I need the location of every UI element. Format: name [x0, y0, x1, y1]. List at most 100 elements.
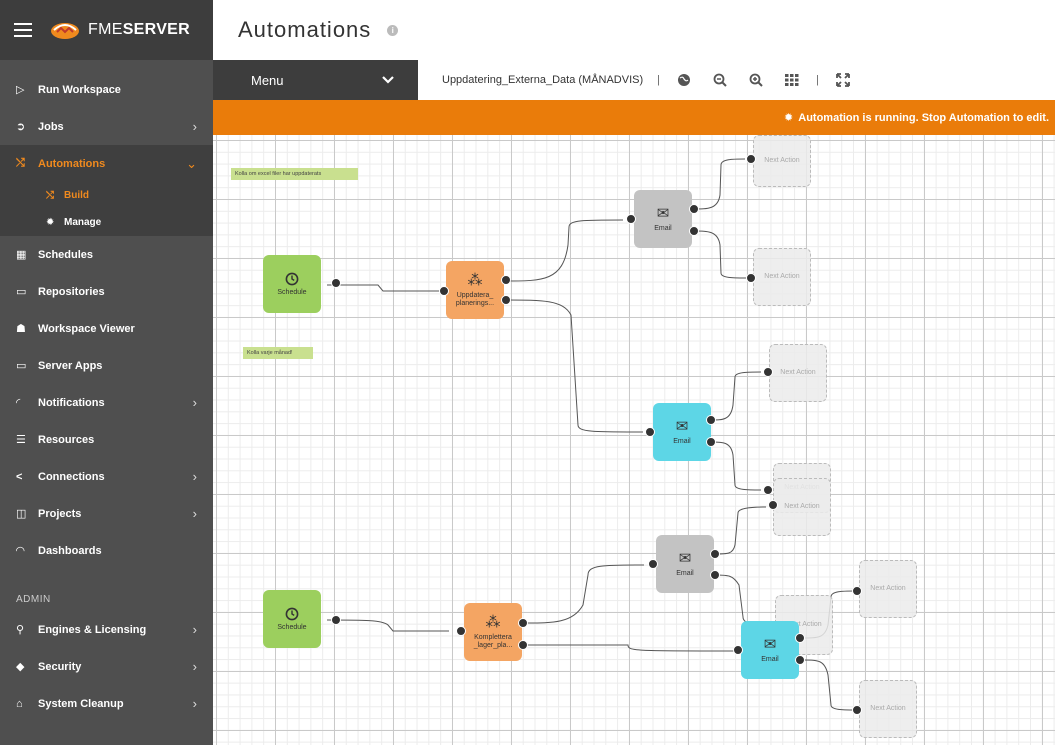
email-node[interactable]: ✉ Email — [656, 535, 714, 593]
chevron-down-icon — [382, 76, 394, 84]
grid-icon[interactable] — [784, 72, 800, 88]
email-node[interactable]: ✉ Email — [653, 403, 711, 461]
input-port[interactable] — [645, 427, 655, 437]
node-label: _lager_pla... — [473, 641, 513, 649]
toolbar-separator: | — [657, 74, 661, 86]
sidebar-item-resources[interactable]: ☰ Resources — [0, 421, 213, 458]
submenu-item-label: Manage — [64, 217, 102, 228]
database-icon: ☰ — [16, 434, 26, 446]
input-port[interactable] — [768, 500, 778, 510]
next-action-placeholder[interactable]: Next Action — [753, 135, 811, 187]
next-action-placeholder[interactable]: Next Action — [769, 344, 827, 402]
failure-port[interactable] — [501, 295, 511, 305]
input-port[interactable] — [456, 626, 466, 636]
note-monthly-check[interactable]: Kolla varje månad! — [243, 347, 313, 359]
sidebar: FMESERVER ▷ Run Workspace ➲ Jobs › ⤭ Automatio… — [0, 0, 213, 745]
success-port[interactable] — [689, 204, 699, 214]
input-port[interactable] — [852, 705, 862, 715]
fit-screen-icon[interactable] — [835, 72, 851, 88]
input-port[interactable] — [852, 586, 862, 596]
sidebar-item-notifications[interactable]: ◜ Notifications › — [0, 384, 213, 421]
failure-port[interactable] — [795, 655, 805, 665]
automation-name: Uppdatering_Externa_Data (MÅNADVIS) — [442, 74, 644, 86]
success-port[interactable] — [795, 633, 805, 643]
input-port[interactable] — [733, 645, 743, 655]
next-action-placeholder[interactable]: Next Action — [753, 248, 811, 306]
sidebar-item-workspace-viewer[interactable]: ☗ Workspace Viewer — [0, 310, 213, 347]
next-action-placeholder[interactable]: Next Action — [859, 680, 917, 738]
chevron-right-icon: › — [192, 506, 197, 521]
sidebar-item-label: Workspace Viewer — [38, 322, 135, 335]
input-port[interactable] — [746, 273, 756, 283]
sidebar-item-repositories[interactable]: ▭ Repositories — [0, 273, 213, 310]
schedule-node[interactable]: Schedule — [263, 590, 321, 648]
note-excel-check[interactable]: Kolla om excel filer har uppdaterats — [231, 168, 358, 180]
globe-icon[interactable] — [676, 72, 692, 88]
node-label: Next Action — [870, 585, 906, 592]
admin-nav: ⚲ Engines & Licensing › ◆ Security › ⌂ System C… — [0, 611, 213, 722]
sidebar-item-label: Repositories — [38, 285, 105, 298]
next-action-placeholder[interactable]: Next Action — [773, 478, 831, 536]
output-port[interactable] — [331, 615, 341, 625]
sidebar-item-jobs[interactable]: ➲ Jobs › — [0, 108, 213, 145]
sidebar-item-dashboards[interactable]: ◠ Dashboards — [0, 532, 213, 569]
share-icon: < — [16, 470, 23, 483]
sidebar-item-connections[interactable]: < Connections › — [0, 458, 213, 495]
chevron-right-icon: › — [192, 659, 197, 674]
menu-label: Menu — [251, 72, 284, 88]
zoom-out-icon[interactable] — [712, 72, 728, 88]
info-icon[interactable]: i — [387, 24, 399, 36]
page-header: Automations i — [213, 0, 1055, 60]
automations-submenu: ⤭ Build ✹ Manage — [0, 182, 213, 236]
sidebar-item-projects[interactable]: ◫ Projects › — [0, 495, 213, 532]
sidebar-item-system-cleanup[interactable]: ⌂ System Cleanup › — [0, 685, 213, 722]
sidebar-item-label: Security — [38, 660, 82, 673]
zoom-in-icon[interactable] — [748, 72, 764, 88]
menu-dropdown[interactable]: Menu — [213, 60, 418, 100]
workspace-node[interactable]: ⁂ Uppdatera_ planerings... — [446, 261, 504, 319]
input-port[interactable] — [763, 485, 773, 495]
shield-icon: ◆ — [16, 661, 25, 673]
admin-section-label: ADMIN — [16, 594, 51, 605]
failure-port[interactable] — [518, 640, 528, 650]
chevron-right-icon: › — [192, 469, 197, 484]
input-port[interactable] — [648, 559, 658, 569]
automation-canvas[interactable]: Kolla om excel filer har uppdaterats Kol… — [213, 135, 1055, 745]
input-port[interactable] — [626, 214, 636, 224]
brand-name: FMESERVER — [88, 21, 190, 38]
submenu-item-build[interactable]: ⤭ Build — [0, 182, 213, 209]
output-port[interactable] — [331, 278, 341, 288]
sidebar-item-security[interactable]: ◆ Security › — [0, 648, 213, 685]
hamburger-menu-icon[interactable] — [14, 23, 32, 37]
node-label: Komplettera — [474, 633, 512, 641]
fme-workspace-icon: ⁂ — [485, 613, 501, 631]
submenu-item-manage[interactable]: ✹ Manage — [0, 209, 213, 236]
sidebar-item-run-workspace[interactable]: ▷ Run Workspace — [0, 71, 213, 108]
sidebar-item-label: Resources — [38, 433, 95, 446]
sidebar-item-automations[interactable]: ⤭ Automations ⌄ — [0, 145, 213, 182]
input-port[interactable] — [439, 286, 449, 296]
email-node[interactable]: ✉ Email — [741, 621, 799, 679]
success-port[interactable] — [706, 415, 716, 425]
sidebar-item-label: Jobs — [38, 120, 64, 133]
input-port[interactable] — [763, 367, 773, 377]
input-port[interactable] — [746, 154, 756, 164]
node-label: Next Action — [764, 157, 800, 164]
success-port[interactable] — [501, 275, 511, 285]
sidebar-item-schedules[interactable]: ▦ Schedules — [0, 236, 213, 273]
success-port[interactable] — [710, 549, 720, 559]
next-action-placeholder[interactable]: Next Action — [859, 560, 917, 618]
failure-port[interactable] — [710, 570, 720, 580]
email-node[interactable]: ✉ Email — [634, 190, 692, 248]
workspace-node[interactable]: ⁂ Komplettera _lager_pla... — [464, 603, 522, 661]
schedule-node[interactable]: Schedule — [263, 255, 321, 313]
sidebar-item-engines-licensing[interactable]: ⚲ Engines & Licensing › — [0, 611, 213, 648]
sidebar-item-label: Connections — [38, 470, 105, 483]
book-icon: ◫ — [16, 508, 27, 520]
monitor-icon: ▭ — [16, 360, 27, 372]
failure-port[interactable] — [706, 437, 716, 447]
chevron-right-icon: › — [192, 696, 197, 711]
failure-port[interactable] — [689, 226, 699, 236]
success-port[interactable] — [518, 618, 528, 628]
sidebar-item-server-apps[interactable]: ▭ Server Apps — [0, 347, 213, 384]
